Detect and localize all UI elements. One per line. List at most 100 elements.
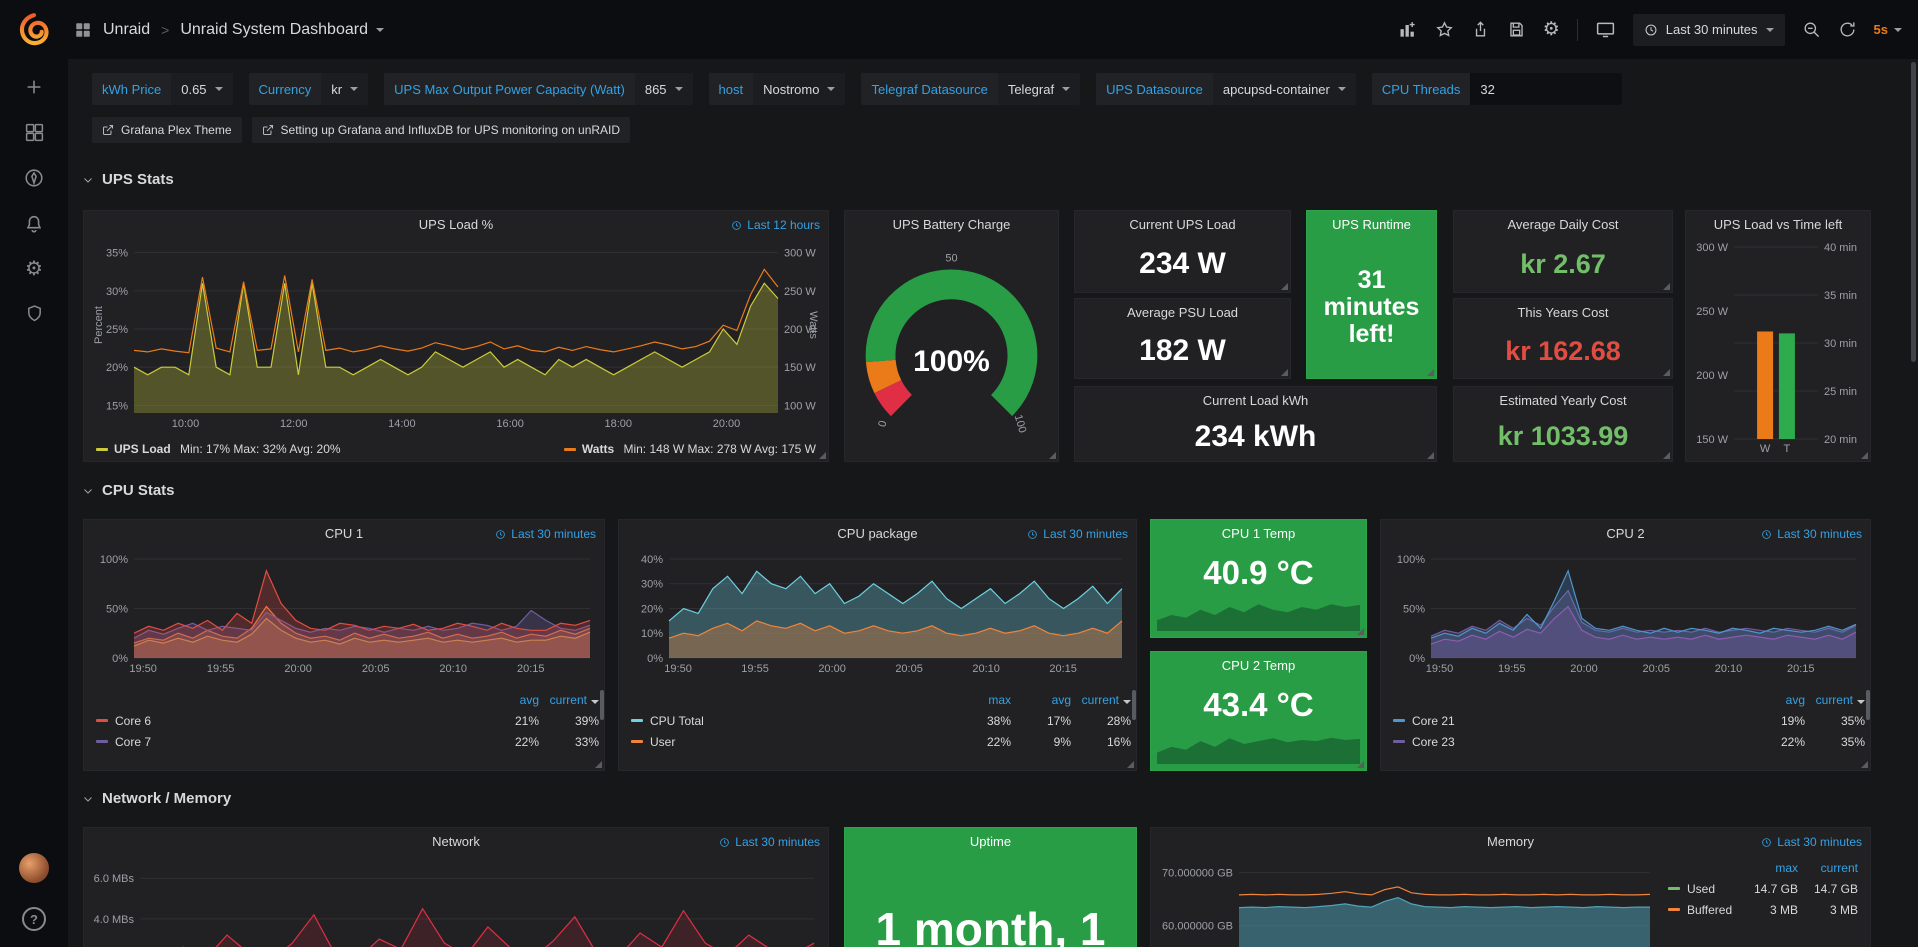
- chevron-down-icon: [827, 87, 835, 91]
- panel-title[interactable]: Network: [432, 834, 480, 849]
- legend-row[interactable]: Core 2322%35%: [1393, 731, 1865, 752]
- cycle-view-icon[interactable]: [1595, 19, 1616, 40]
- external-link-icon: [102, 124, 114, 136]
- star-icon[interactable]: [1435, 20, 1454, 39]
- legend-sort-column[interactable]: avg: [479, 693, 539, 707]
- legend-row[interactable]: Core 722%33%: [96, 731, 599, 752]
- panel-uptime: Uptime 1 month, 1: [844, 827, 1137, 947]
- alerting-bell-icon[interactable]: [23, 213, 45, 235]
- panel-title[interactable]: UPS Runtime: [1332, 217, 1411, 232]
- variable-value-dropdown[interactable]: 0.65: [171, 73, 232, 105]
- zoom-out-icon[interactable]: [1802, 20, 1821, 39]
- legend-row[interactable]: Buffered3 MB3 MB: [1668, 899, 1858, 920]
- svg-text:12:00: 12:00: [280, 418, 308, 430]
- legend-sort-column[interactable]: current: [1071, 693, 1131, 707]
- legend-scrollbar[interactable]: [600, 690, 604, 720]
- battery-gauge[interactable]: 050100100%: [853, 241, 1050, 449]
- variable-value-dropdown[interactable]: kr: [321, 73, 368, 105]
- cpu1-chart[interactable]: 100%50%0%19:5019:5520:0020:0520:1020:15: [88, 548, 600, 676]
- svg-text:19:50: 19:50: [664, 663, 692, 675]
- create-icon[interactable]: [23, 76, 45, 98]
- stat-value: kr 2.67: [1454, 237, 1672, 292]
- clock-icon: [719, 837, 730, 848]
- variable-value-dropdown[interactable]: apcupsd-container: [1213, 73, 1356, 105]
- panel-title[interactable]: UPS Battery Charge: [893, 217, 1011, 232]
- legend-sort-column[interactable]: max: [951, 693, 1011, 707]
- legend-scrollbar[interactable]: [1132, 690, 1136, 720]
- panel-title[interactable]: Memory: [1487, 834, 1534, 849]
- share-icon[interactable]: [1471, 20, 1490, 39]
- legend-sort-column[interactable]: avg: [1011, 693, 1071, 707]
- dashboard-title-dropdown[interactable]: Unraid System Dashboard: [180, 21, 384, 39]
- panel-title[interactable]: Average PSU Load: [1127, 305, 1238, 320]
- admin-shield-icon[interactable]: [24, 303, 45, 324]
- panel-title[interactable]: CPU package: [837, 526, 917, 541]
- legend-entry[interactable]: Watts Min: 148 W Max: 278 W Avg: 175 W: [564, 442, 816, 456]
- variable-label: UPS Max Output Power Capacity (Watt): [384, 73, 635, 105]
- network-chart[interactable]: 6.0 MBs4.0 MBs2.0 MBs: [88, 856, 824, 947]
- row-header-ups-stats[interactable]: UPS Stats: [82, 171, 174, 188]
- variable-value-dropdown[interactable]: 865: [635, 73, 693, 105]
- legend-sort-column[interactable]: max: [1738, 861, 1798, 875]
- dashboard-settings-icon[interactable]: ⚙: [1543, 20, 1560, 39]
- stat-value: 182 W: [1075, 325, 1290, 378]
- explore-compass-icon[interactable]: [23, 167, 45, 189]
- variable-chip: kWh Price0.65: [92, 73, 233, 105]
- legend-sort-column[interactable]: current: [1805, 693, 1865, 707]
- panel-title[interactable]: UPS Load %: [419, 217, 493, 232]
- ups-load-chart[interactable]: 35%30%25%20%15%300 W250 W200 W150 W100 W…: [88, 239, 824, 431]
- variable-input[interactable]: 32: [1470, 73, 1622, 105]
- page-scrollbar[interactable]: [1911, 62, 1916, 362]
- user-avatar[interactable]: [19, 853, 49, 883]
- cpu-package-chart[interactable]: 40%30%20%10%0%19:5019:5520:0020:0520:102…: [623, 548, 1132, 676]
- panel-title[interactable]: Current Load kWh: [1203, 393, 1309, 408]
- svg-text:250 W: 250 W: [1696, 306, 1728, 318]
- panel-title[interactable]: CPU 1: [325, 526, 363, 541]
- dashboards-icon[interactable]: [24, 122, 45, 143]
- panel-title[interactable]: This Years Cost: [1517, 305, 1608, 320]
- time-range-picker[interactable]: Last 30 minutes: [1633, 14, 1785, 46]
- add-panel-icon[interactable]: [1398, 20, 1418, 40]
- configuration-gear-icon[interactable]: ⚙: [25, 259, 43, 279]
- panel-title[interactable]: Uptime: [970, 834, 1011, 849]
- grafana-logo[interactable]: [0, 11, 68, 49]
- legend-row[interactable]: Used14.7 GB14.7 GB: [1668, 878, 1858, 899]
- legend-row[interactable]: User22%9%16%: [631, 731, 1131, 752]
- legend-sort-column[interactable]: current: [539, 693, 599, 707]
- variable-value-dropdown[interactable]: Nostromo: [753, 73, 845, 105]
- svg-text:30%: 30%: [641, 579, 663, 591]
- legend-row[interactable]: Core 621%39%: [96, 710, 599, 731]
- legend-scrollbar[interactable]: [1866, 690, 1870, 720]
- breadcrumb-app[interactable]: Unraid: [103, 21, 150, 39]
- ups-vs-time-bars[interactable]: 300 W250 W200 W150 W40 min35 min30 min25…: [1688, 239, 1868, 455]
- panel-title[interactable]: Current UPS Load: [1129, 217, 1235, 232]
- legend-row[interactable]: Core 2119%35%: [1393, 710, 1865, 731]
- svg-text:300 W: 300 W: [784, 248, 816, 260]
- panel-title[interactable]: CPU 2: [1606, 526, 1644, 541]
- refresh-interval-dropdown[interactable]: 5s: [1874, 22, 1902, 37]
- memory-chart[interactable]: 70.000000 GB60.000000 GB50.000000 GB: [1155, 856, 1660, 947]
- clock-icon: [1644, 23, 1658, 37]
- help-icon[interactable]: ?: [22, 907, 46, 931]
- legend-row[interactable]: CPU Total38%17%28%: [631, 710, 1131, 731]
- panel-title[interactable]: Estimated Yearly Cost: [1499, 393, 1626, 408]
- legend-sort-column[interactable]: avg: [1745, 693, 1805, 707]
- apps-grid-icon[interactable]: [74, 21, 92, 39]
- panel-title[interactable]: Average Daily Cost: [1507, 217, 1618, 232]
- dashboard-link[interactable]: Setting up Grafana and InfluxDB for UPS …: [252, 117, 631, 143]
- row-header-network-memory[interactable]: Network / Memory: [82, 790, 231, 807]
- svg-text:100: 100: [1012, 413, 1029, 434]
- cpu2-chart[interactable]: 100%50%0%19:5019:5520:0020:0520:1020:15: [1385, 548, 1866, 676]
- save-icon[interactable]: [1507, 20, 1526, 39]
- variable-value-dropdown[interactable]: Telegraf: [998, 73, 1080, 105]
- legend-entry[interactable]: UPS Load Min: 17% Max: 32% Avg: 20%: [96, 442, 341, 456]
- dashboard-link[interactable]: Grafana Plex Theme: [92, 117, 242, 143]
- variable-chip: UPS Datasourceapcupsd-container: [1096, 73, 1356, 105]
- panel-title[interactable]: CPU 2 Temp: [1222, 658, 1295, 673]
- refresh-icon[interactable]: [1838, 20, 1857, 39]
- row-header-cpu-stats[interactable]: CPU Stats: [82, 482, 175, 499]
- panel-title[interactable]: UPS Load vs Time left: [1714, 217, 1843, 232]
- panel-title[interactable]: CPU 1 Temp: [1222, 526, 1295, 541]
- svg-text:16:00: 16:00: [496, 418, 524, 430]
- legend-sort-column[interactable]: current: [1798, 861, 1858, 875]
